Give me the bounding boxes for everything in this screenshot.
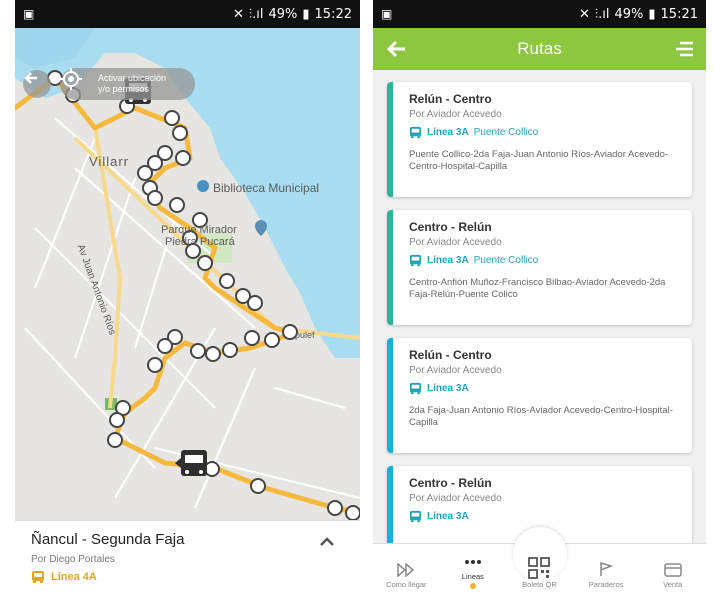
location-text-line1: Activar ubicación	[98, 73, 167, 83]
card-accent-bar	[387, 338, 393, 453]
back-button[interactable]	[23, 70, 51, 98]
nav-label: Boleto QR	[522, 580, 557, 589]
card-line: Línea 3A	[427, 511, 469, 522]
card-title: Centro - Relún	[409, 220, 492, 234]
nav-label: Paraderos	[588, 580, 624, 589]
card-stops: Centro-Anfión Muñoz-Francisco Bilbao-Avi…	[409, 277, 666, 300]
arrow-left-icon	[24, 72, 37, 84]
signal-icon: ⫶.ıl	[248, 6, 264, 22]
card-subtitle: Por Aviador Acevedo	[409, 493, 502, 504]
card-subtitle: Por Aviador Acevedo	[409, 237, 502, 248]
bus-icon	[409, 382, 422, 395]
page-title: Rutas	[517, 39, 562, 58]
active-indicator	[469, 583, 476, 589]
location-text-line2: y/o permisos	[98, 84, 150, 94]
card-destination: Puente Collico	[473, 255, 539, 266]
map-label-park1: Parque Mirador	[161, 224, 237, 236]
card-accent-bar	[387, 210, 393, 325]
menu-icon[interactable]	[672, 40, 694, 58]
selected-route-card[interactable]: Ñancul - Segunda Faja Por Diego Portales…	[15, 520, 360, 595]
route-map[interactable]: Activar ubicación y/o permisos Villarr B…	[15, 28, 360, 520]
mute-icon: ✕	[578, 6, 590, 22]
map-canvas	[15, 28, 360, 520]
map-label-town: Villarr	[89, 154, 129, 169]
route-dots-icon	[464, 560, 481, 564]
bus-icon	[409, 510, 422, 523]
nav-label: Venta	[663, 580, 683, 589]
nav-como-llegar[interactable]: Como llegar	[376, 563, 436, 589]
card-line: Línea 3A	[427, 383, 469, 394]
app-bar: Rutas	[373, 28, 706, 70]
card-subtitle: Por Aviador Acevedo	[409, 109, 502, 120]
route-line: Línea 4A	[51, 571, 97, 583]
nav-lineas[interactable]: Lineas	[443, 555, 503, 589]
nav-label: Lineas	[461, 572, 484, 581]
card-accent-bar	[387, 82, 393, 197]
bus-icon	[32, 571, 44, 583]
card-title: Relún - Centro	[409, 348, 492, 362]
map-label-library: Biblioteca Municipal	[213, 181, 320, 195]
status-bar: ▣ ✕ ⫶.ıl 49% ▮ 15:21	[373, 0, 706, 28]
clock: 15:21	[660, 6, 698, 22]
route-card[interactable]: Relún - Centro Por Aviador Acevedo Línea…	[387, 338, 692, 453]
crosshair-icon	[60, 68, 92, 99]
fast-forward-icon	[397, 563, 415, 577]
route-card[interactable]: Centro - Relún Por Aviador Acevedo Línea…	[387, 210, 692, 325]
battery-icon: ▮	[302, 6, 310, 22]
signal-icon: ⫶.ıl	[594, 6, 610, 22]
clock: 15:22	[314, 6, 352, 22]
gallery-icon: ▣	[381, 7, 393, 21]
nav-boleto-qr[interactable]: Boleto QR	[509, 556, 569, 589]
status-bar: ▣ ✕ ⫶.ıl 49% ▮ 15:22	[15, 0, 360, 28]
flag-icon	[600, 561, 614, 576]
nav-label: Como llegar	[386, 580, 427, 589]
battery-level: 49%	[268, 6, 298, 22]
card-icon	[663, 563, 682, 577]
nav-venta[interactable]: Venta	[643, 563, 703, 589]
map-label-park2: Piedra Pucará	[165, 236, 235, 248]
card-line: Línea 3A	[427, 255, 469, 266]
mute-icon: ✕	[232, 6, 244, 22]
card-line: Línea 3A	[427, 127, 469, 138]
card-destination: Puente Collico	[473, 127, 539, 138]
nav-paraderos[interactable]: Paraderos	[576, 561, 636, 589]
enable-location-button[interactable]: Activar ubicación y/o permisos	[60, 68, 195, 100]
card-subtitle: Por Aviador Acevedo	[409, 365, 502, 376]
route-title: Ñancul - Segunda Faja	[31, 531, 185, 548]
card-accent-bar	[387, 466, 393, 543]
route-card[interactable]: Relún - Centro Por Aviador Acevedo Línea…	[387, 82, 692, 197]
card-stops: 2da Faja-Juan Antonio Ríos-Aviador Aceve…	[409, 405, 673, 428]
battery-level: 49%	[614, 6, 644, 22]
bus-icon	[409, 254, 422, 267]
map-screen: ▣ ✕ ⫶.ıl 49% ▮ 15:22 Activar ubicación y…	[15, 0, 360, 595]
chevron-up-icon[interactable]	[320, 537, 334, 547]
routes-screen: ▣ ✕ ⫶.ıl 49% ▮ 15:21 Rutas Relún - Centr…	[373, 0, 706, 595]
route-subtitle: Por Diego Portales	[31, 554, 115, 565]
map-label-pulef: pulef	[295, 330, 315, 340]
card-stops: Puente Collico-2da Faja-Juan Antonio Río…	[409, 149, 669, 172]
card-title: Centro - Relún	[409, 476, 492, 490]
qr-code-icon	[528, 557, 551, 579]
battery-icon: ▮	[648, 6, 656, 22]
gallery-icon: ▣	[23, 7, 35, 21]
bus-icon	[409, 126, 422, 139]
routes-list: Relún - Centro Por Aviador Acevedo Línea…	[373, 70, 706, 543]
card-title: Relún - Centro	[409, 92, 492, 106]
arrow-left-icon[interactable]	[385, 38, 407, 60]
